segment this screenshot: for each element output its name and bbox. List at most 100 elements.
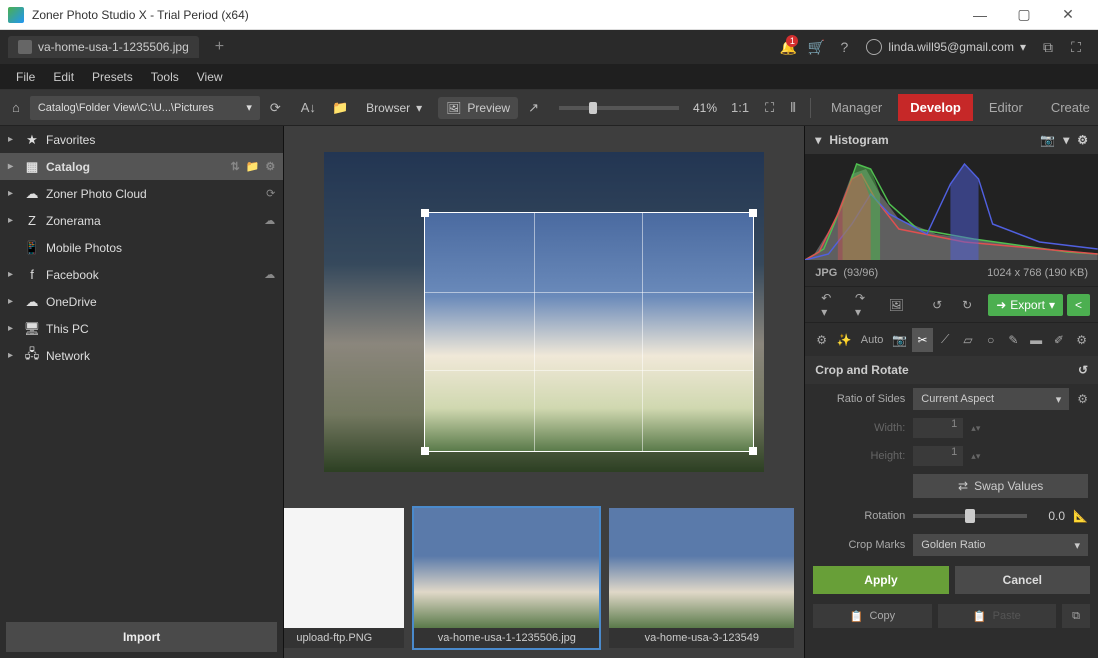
cropmarks-select[interactable]: Golden Ratio▾ [913, 534, 1088, 556]
document-tab[interactable]: va-home-usa-1-1235506.jpg [8, 36, 199, 58]
reset-icon[interactable]: ↺ [1078, 363, 1088, 377]
gear-icon[interactable]: ⚙ [1077, 133, 1088, 147]
rotation-value: 0.0 [1035, 509, 1065, 523]
sort-icon[interactable]: ⇅ [231, 160, 240, 173]
crop-tool[interactable]: ✂ [912, 328, 933, 352]
level-icon[interactable]: 📐 [1073, 509, 1088, 523]
tree-onedrive[interactable]: ▸☁OneDrive [0, 288, 283, 315]
preview-mode-button[interactable]: 🖼Preview [438, 97, 518, 119]
tree-zoner-cloud[interactable]: ▸☁Zoner Photo Cloud⟳ [0, 180, 283, 207]
gear-icon[interactable]: ⚙ [1077, 392, 1088, 406]
straighten-tool[interactable]: ⟋ [935, 328, 956, 352]
settings-tool[interactable]: ⚙ [1071, 328, 1092, 352]
stepper-icon[interactable]: ▴▾ [971, 423, 980, 434]
module-editor[interactable]: Editor [977, 94, 1035, 121]
thumbnail[interactable]: va-home-usa-3-123549 [609, 508, 794, 648]
gradient-tool[interactable]: ▬ [1026, 328, 1047, 352]
adjustments-tool[interactable]: ⚙ [811, 328, 832, 352]
help-icon[interactable]: ? [830, 33, 858, 61]
histogram-header[interactable]: ▾ Histogram 📷 ▾ ⚙ [805, 126, 1098, 154]
height-input[interactable]: 1 [913, 446, 963, 466]
cloud-small-icon: ☁ [264, 214, 275, 227]
menu-file[interactable]: File [8, 67, 43, 87]
home-button[interactable]: ⌂ [6, 96, 26, 119]
thumbnail[interactable]: va-home-usa-1-1235506.jpg [414, 508, 599, 648]
thumbnail-strip[interactable]: upload-ftp.PNG va-home-usa-1-1235506.jpg… [284, 498, 804, 658]
browser-mode-button[interactable]: Browser▾ [358, 97, 430, 119]
maximize-button[interactable]: ▢ [1002, 0, 1046, 30]
notifications-icon[interactable]: 🔔1 [774, 33, 802, 61]
module-create[interactable]: Create [1039, 94, 1098, 121]
user-menu[interactable]: linda.will95@gmail.com ▾ [858, 39, 1034, 55]
redo-button[interactable]: ↷ ▾ [847, 287, 877, 323]
preview-area[interactable] [284, 126, 804, 498]
tree-favorites[interactable]: ▸★Favorites [0, 126, 283, 153]
breadcrumb-path[interactable]: Catalog\Folder View\C:\U...\Pictures▾ [30, 96, 260, 120]
add-tab-button[interactable]: + [207, 38, 232, 56]
width-input[interactable]: 1 [913, 418, 963, 438]
eyedropper-tool[interactable]: ✐ [1049, 328, 1070, 352]
cloud-icon: ☁ [24, 186, 40, 202]
folder-button[interactable]: 📁 [326, 96, 354, 120]
module-develop[interactable]: Develop [898, 94, 973, 121]
cancel-button[interactable]: Cancel [955, 566, 1090, 594]
stack-button[interactable]: ⧉ [1062, 604, 1090, 628]
apply-button[interactable]: Apply [813, 566, 948, 594]
fullscreen-icon[interactable]: ⛶ [1062, 33, 1090, 61]
menu-view[interactable]: View [189, 67, 231, 87]
crop-section-header[interactable]: Crop and Rotate ↺ [805, 356, 1098, 384]
menu-tools[interactable]: Tools [143, 67, 187, 87]
close-button[interactable]: ✕ [1046, 0, 1090, 30]
brush-tool[interactable]: ✎ [1003, 328, 1024, 352]
tree-mobile[interactable]: 📱Mobile Photos [0, 234, 283, 261]
tree-network[interactable]: ▸🖧Network [0, 342, 283, 369]
zoom-bars-button[interactable]: ⦀ [784, 96, 802, 120]
thumbnail[interactable]: upload-ftp.PNG [284, 508, 404, 648]
rotate-left-button[interactable]: ↺ [924, 294, 950, 316]
share-button[interactable]: < [1067, 294, 1090, 316]
sort-button[interactable]: A↓ [295, 96, 322, 119]
tree-zonerama[interactable]: ▸ZZonerama☁ [0, 207, 283, 234]
refresh-button[interactable]: ⟳ [264, 96, 287, 120]
copy-button[interactable]: 📋Copy [813, 604, 931, 628]
external-icon[interactable]: ⧉ [1034, 33, 1062, 61]
avatar-icon [866, 39, 882, 55]
export-button[interactable]: ➜ Export ▾ [988, 294, 1063, 316]
cart-icon[interactable]: 🛒 [802, 33, 830, 61]
external-link-icon: ↗ [528, 100, 539, 116]
tree-thispc[interactable]: ▸🖥This PC [0, 315, 283, 342]
compare-button[interactable]: 🖼 [881, 294, 912, 316]
ratio-select[interactable]: Current Aspect▾ [913, 388, 1069, 410]
zoom-fit-button[interactable]: ⛶ [759, 96, 780, 120]
camera-tool[interactable]: 📷 [889, 328, 910, 352]
zoom-slider[interactable] [559, 106, 679, 110]
perspective-tool[interactable]: ▱ [958, 328, 979, 352]
open-external-button[interactable]: ↗ [522, 96, 545, 120]
menu-presets[interactable]: Presets [84, 67, 141, 87]
paste-button[interactable]: 📋Paste [938, 604, 1056, 628]
circle-tool[interactable]: ○ [980, 328, 1001, 352]
swap-values-button[interactable]: ⇄Swap Values [913, 474, 1088, 498]
import-button[interactable]: Import [6, 622, 277, 652]
tree-catalog[interactable]: ▸▦Catalog⇅📁⚙ [0, 153, 283, 180]
navigation-tree: ▸★Favorites ▸▦Catalog⇅📁⚙ ▸☁Zoner Photo C… [0, 126, 283, 616]
crop-handle-ne[interactable] [749, 209, 757, 217]
tree-facebook[interactable]: ▸fFacebook☁ [0, 261, 283, 288]
gear-icon[interactable]: ⚙ [265, 160, 275, 173]
crop-handle-sw[interactable] [421, 447, 429, 455]
undo-button[interactable]: ↶ ▾ [813, 287, 843, 323]
camera-icon[interactable]: 📷 [1040, 133, 1055, 147]
module-manager[interactable]: Manager [819, 94, 894, 121]
minimize-button[interactable]: — [958, 0, 1002, 30]
crop-handle-nw[interactable] [421, 209, 429, 217]
zoom-1to1-button[interactable]: 1:1 [725, 96, 755, 119]
crop-box[interactable] [424, 212, 754, 452]
crop-handle-se[interactable] [749, 447, 757, 455]
auto-tool[interactable]: ✨ [834, 328, 855, 352]
rotate-right-button[interactable]: ↻ [954, 294, 980, 316]
stepper-icon[interactable]: ▴▾ [971, 451, 980, 462]
folder-add-icon[interactable]: 📁 [246, 160, 260, 173]
refresh-icon: ⟳ [270, 100, 281, 116]
rotation-slider[interactable] [913, 514, 1027, 518]
menu-edit[interactable]: Edit [45, 67, 82, 87]
